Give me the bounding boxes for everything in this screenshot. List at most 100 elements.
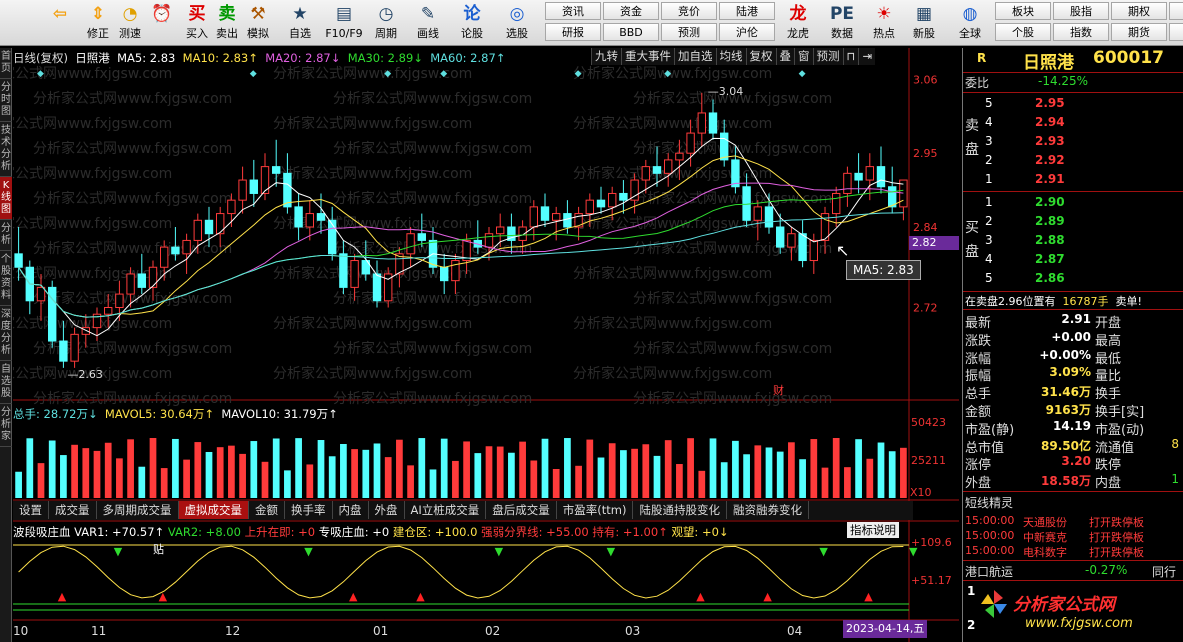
rank-digit: 2: [967, 618, 976, 632]
volume-bar: [261, 461, 269, 498]
toolbar-button-clock[interactable]: ◷ 周期: [368, 2, 404, 44]
info-grid-item[interactable]: 沪伦: [719, 23, 775, 41]
chart-tool-button[interactable]: 叠: [775, 48, 795, 65]
green-down-triangle-icon: ▼: [114, 545, 123, 558]
toolbar-button-label: F10/F9: [325, 27, 363, 40]
indicator-tab[interactable]: 市盈率(ttm): [557, 501, 634, 519]
market-grid-item[interactable]: 期权: [1111, 2, 1167, 20]
volume-bar: [138, 466, 146, 498]
industry-name[interactable]: 港口航运: [965, 563, 1013, 580]
toolbar-button-alarm-clock[interactable]: ⏰: [147, 2, 177, 44]
pin-icon[interactable]: ⇥: [858, 48, 875, 65]
toolbar-button-stock-pick[interactable]: ◎ 选股: [497, 2, 537, 44]
toolbar-button-back-arrow[interactable]: ⇦: [40, 2, 80, 44]
toolbar-button-hot-news[interactable]: ☀ 热点: [865, 2, 903, 44]
indicator-tab[interactable]: 外盘: [369, 501, 405, 519]
buy-price[interactable]: 2.88: [1035, 233, 1065, 247]
sidebar-tab[interactable]: K线图: [0, 177, 12, 220]
toolbar-button-discuss[interactable]: 论论股: [455, 2, 489, 44]
sidebar-tab[interactable]: 自选股: [0, 361, 12, 404]
toolbar-button-up-down-arrows[interactable]: ⇕ 修正: [83, 2, 113, 44]
up-down-arrows-icon: ⇕: [90, 4, 106, 24]
market-grid-item[interactable]: 基金: [1169, 23, 1183, 41]
sidebar-tab[interactable]: 分时图: [0, 79, 12, 122]
indicator-tab[interactable]: 盘后成交量: [486, 501, 557, 519]
red-up-triangle-icon: ▲: [864, 590, 873, 603]
info-grid-item[interactable]: 竞价: [661, 2, 717, 20]
volume-bar: [194, 442, 202, 498]
sell-price[interactable]: 2.93: [1035, 134, 1065, 148]
chart-tool-button[interactable]: 重大事件: [621, 48, 674, 65]
buy-price[interactable]: 2.87: [1035, 252, 1065, 266]
watermark-text: 分析家公式网www.fxjgsw.com: [273, 165, 472, 182]
indicator-tab[interactable]: 多周期成交量: [97, 501, 179, 519]
watermark-text: 分析家公式网www.fxjgsw.com: [633, 140, 832, 157]
toolbar-button-speed-clock[interactable]: ◔ 测速: [115, 2, 145, 44]
market-grid-item[interactable]: 个股: [995, 23, 1051, 41]
chart-tool-button[interactable]: 窗: [794, 48, 813, 65]
info-grid-item[interactable]: 研报: [545, 23, 601, 41]
chart-tool-button[interactable]: 复权: [745, 48, 776, 65]
toolbar-button-globe[interactable]: ◍ 全球: [950, 2, 990, 44]
watermark-text: 分析家公式网www.fxjgsw.com: [333, 140, 532, 157]
market-grid-item[interactable]: 指数: [1053, 23, 1109, 41]
toolbar-button-sell[interactable]: 卖卖出: [213, 2, 241, 44]
kline-chart-area[interactable]: 分析家公式网www.fxjgsw.com 分析家公式网www.fxjgsw.com…: [13, 48, 959, 642]
chart-tool-button[interactable]: 均线: [715, 48, 746, 65]
sidebar-tab[interactable]: 分析家: [0, 404, 12, 447]
market-grid-item[interactable]: 股指: [1053, 2, 1109, 20]
indicator-tab[interactable]: AI立桩成交量: [405, 501, 487, 519]
indicator-name: 波段吸庄血: [13, 525, 71, 539]
toolbar-button-pencil[interactable]: ✎ 画线: [410, 2, 446, 44]
indicator-tab[interactable]: 内盘: [333, 501, 369, 519]
sell-price[interactable]: 2.91: [1035, 172, 1065, 186]
period-label[interactable]: 日线(复权): [13, 51, 68, 65]
market-grid-item[interactable]: 板块: [995, 2, 1051, 20]
lock-icon[interactable]: ⊓: [842, 48, 859, 65]
sell-price[interactable]: 2.95: [1035, 96, 1065, 110]
sidebar-tab[interactable]: 分析: [0, 220, 12, 251]
sidebar-tab[interactable]: 深度分析: [0, 306, 12, 361]
toolbar-button-pe-data[interactable]: PE 数据: [822, 2, 862, 44]
volume-bar: [48, 440, 56, 498]
volume-bar: [71, 444, 78, 498]
info-grid-item[interactable]: 陆港: [719, 2, 775, 20]
sell-price[interactable]: 2.92: [1035, 153, 1065, 167]
indicator-tab[interactable]: 金额: [249, 501, 285, 519]
toolbar-button-new-stock[interactable]: ▦ 新股: [906, 2, 942, 44]
info-grid-item[interactable]: 预测: [661, 23, 717, 41]
toolbar-button-star-folder[interactable]: ★ 自选: [282, 2, 318, 44]
market-grid-item[interactable]: 期货: [1111, 23, 1167, 41]
indicator-tab[interactable]: 虚拟成交量: [178, 501, 249, 519]
indicator-help-button[interactable]: 指标说明: [847, 522, 899, 538]
chart-tool-button[interactable]: 预测: [812, 48, 843, 65]
indicator-tab[interactable]: 换手率: [285, 501, 333, 519]
sidebar-tab[interactable]: 技术分析: [0, 122, 12, 177]
sidebar-tab[interactable]: 首页: [0, 48, 12, 79]
sidebar-tab[interactable]: 个股资料: [0, 251, 12, 306]
sell-price[interactable]: 2.94: [1035, 115, 1065, 129]
indicator-tab[interactable]: 设置: [13, 501, 49, 519]
toolbar-button-hammer[interactable]: ⚒ 模拟: [244, 2, 272, 44]
main-toolbar: ⇦⇕修正◔测速⏰买买入卖卖出⚒模拟★自选▤F10/F9◷周期✎画线论论股◎选股↗…: [0, 0, 1183, 46]
chart-tool-button[interactable]: 九转: [591, 48, 621, 65]
indicator-tab[interactable]: 融资融券变化: [727, 501, 809, 519]
buy-price[interactable]: 2.89: [1035, 214, 1065, 228]
toolbar-button-f10-screen[interactable]: ▤ F10/F9: [322, 2, 366, 44]
indicator-tab[interactable]: 陆股通持股变化: [633, 501, 727, 519]
chart-tool-button[interactable]: 加自选: [674, 48, 716, 65]
flash-stock[interactable]: 电科数字: [1023, 544, 1067, 560]
chart-canvas[interactable]: 分析家公式网www.fxjgsw.com 分析家公式网www.fxjgsw.com…: [13, 48, 959, 642]
buy-price[interactable]: 2.86: [1035, 271, 1065, 285]
indicator-tab[interactable]: 成交量: [49, 501, 97, 519]
toolbar-button-buy[interactable]: 买买入: [184, 2, 210, 44]
market-grid-item[interactable]: 债券: [1169, 2, 1183, 20]
info-grid-item[interactable]: BBD: [603, 23, 659, 41]
peer-tab[interactable]: 同行: [1152, 563, 1176, 580]
buy-price[interactable]: 2.90: [1035, 195, 1065, 209]
info-grid-item[interactable]: 资金: [603, 2, 659, 20]
info-grid-item[interactable]: 资讯: [545, 2, 601, 20]
flash-stock[interactable]: 天通股份: [1023, 514, 1067, 530]
flash-stock[interactable]: 中新赛克: [1023, 529, 1067, 545]
flash-event: 打开跌停板: [1089, 546, 1144, 559]
